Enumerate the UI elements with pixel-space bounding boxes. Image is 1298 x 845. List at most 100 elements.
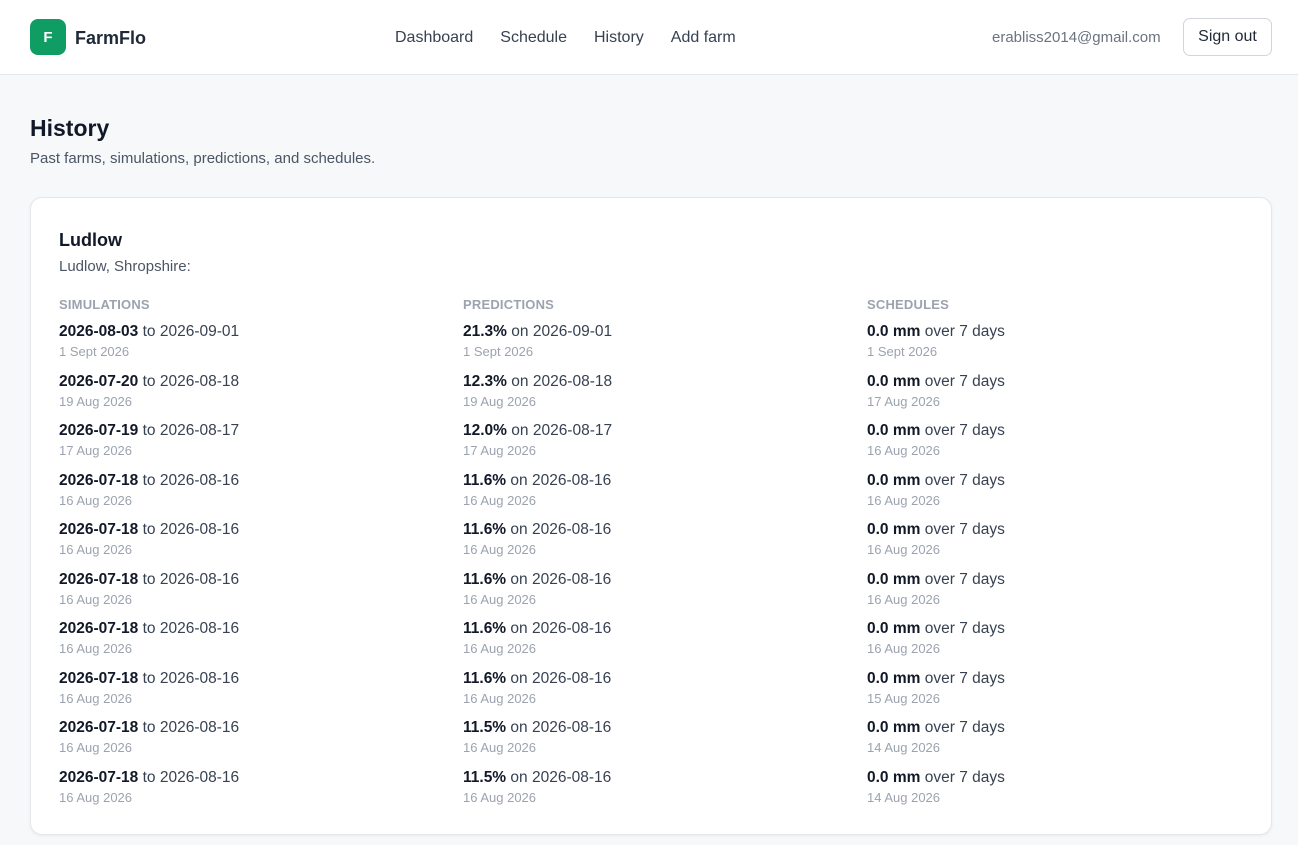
nav-dashboard[interactable]: Dashboard [395,27,473,49]
simulation-item-separator: to [142,768,156,786]
simulation-item-date: 17 Aug 2026 [59,443,133,458]
schedule-item-amount: 0.0 mm [867,323,921,340]
prediction-item: 11.5% on 2026-08-16 16 Aug 2026 [463,718,843,768]
prediction-item-separator: on [511,422,529,439]
simulation-item: 2026-07-18 to 2026-08-16 16 Aug 2026 [59,669,439,719]
schedule-item-summary: 0.0 mm over 7 days [867,570,1247,590]
prediction-item-target-date: 2026-08-17 [532,422,613,439]
simulation-item-summary: 2026-07-18 to 2026-08-16 [59,520,439,540]
schedule-item: 0.0 mm over 7 days 14 Aug 2026 [867,768,1247,818]
prediction-item-summary: 11.6% on 2026-08-16 [463,619,843,639]
prediction-item-summary: 12.0% on 2026-08-17 [463,421,843,441]
simulation-item-start: 2026-07-18 [59,768,139,786]
schedule-item-summary: 0.0 mm over 7 days [867,421,1247,441]
prediction-item-date: 16 Aug 2026 [463,492,537,508]
schedule-item-amount: 0.0 mm [867,620,921,637]
schedule-item-date: 17 Aug 2026 [867,393,941,409]
page-subtitle: Past farms, simulations, predictions, an… [30,150,376,167]
simulation-item-start: 2026-08-03 [59,323,139,340]
simulation-item: 2026-07-18 to 2026-08-16 16 Aug 2026 [59,619,439,669]
prediction-item-separator: on [511,323,529,340]
simulation-item: 2026-07-18 to 2026-08-16 16 Aug 2026 [59,768,439,818]
schedule-item: 0.0 mm over 7 days 16 Aug 2026 [867,570,1247,620]
brand-name[interactable]: FarmFlo [75,27,146,49]
sign-out-button[interactable]: Sign out [1183,18,1272,56]
schedule-item-amount: 0.0 mm [867,422,921,439]
prediction-item-target-date: 2026-08-16 [531,471,612,489]
schedule-item-summary: 0.0 mm over 7 days [867,471,1247,491]
schedule-item-date: 16 Aug 2026 [867,443,941,458]
main-nav: Dashboard Schedule History Add farm [395,27,736,49]
prediction-item-value: 21.3% [463,323,507,340]
simulation-item: 2026-08-03 to 2026-09-01 1 Sept 2026 [59,322,439,372]
prediction-item-value: 12.3% [463,372,507,390]
predictions-header: PREDICTIONS [463,297,555,312]
schedule-item: 0.0 mm over 7 days 15 Aug 2026 [867,669,1247,719]
simulation-item-summary: 2026-07-18 to 2026-08-16 [59,471,439,491]
simulation-item-date: 16 Aug 2026 [59,492,133,508]
schedule-item-period: over 7 days [924,570,1005,588]
simulation-item-start: 2026-07-18 [59,620,139,637]
simulation-item-summary: 2026-07-18 to 2026-08-16 [59,768,439,788]
schedule-item: 0.0 mm over 7 days 14 Aug 2026 [867,718,1247,768]
schedule-item-amount: 0.0 mm [867,521,921,538]
schedule-item: 0.0 mm over 7 days 16 Aug 2026 [867,619,1247,669]
prediction-item: 11.6% on 2026-08-16 16 Aug 2026 [463,669,843,719]
prediction-item: 12.0% on 2026-08-17 17 Aug 2026 [463,421,843,471]
simulation-item-end: 2026-08-16 [159,719,240,736]
schedule-item-period: over 7 days [924,372,1005,390]
predictions-column: PREDICTIONS 21.3% on 2026-09-01 1 Sept 20… [463,296,843,817]
prediction-item-date: 1 Sept 2026 [463,344,534,359]
nav-add-farm[interactable]: Add farm [671,27,736,49]
simulations-list: 2026-08-03 to 2026-09-01 1 Sept 2026 2026-… [59,322,439,817]
simulation-item: 2026-07-18 to 2026-08-16 16 Aug 2026 [59,570,439,620]
predictions-list: 21.3% on 2026-09-01 1 Sept 2026 12.3% on 2… [463,322,843,817]
prediction-item-target-date: 2026-08-16 [531,570,612,588]
schedule-item: 0.0 mm over 7 days 16 Aug 2026 [867,520,1247,570]
simulation-item-separator: to [142,471,156,489]
simulation-item-summary: 2026-07-20 to 2026-08-18 [59,372,439,392]
schedule-item-period: over 7 days [924,719,1005,736]
prediction-item: 12.3% on 2026-08-18 19 Aug 2026 [463,372,843,422]
prediction-item-value: 11.5% [463,768,507,786]
simulation-item-date: 16 Aug 2026 [59,641,133,656]
schedule-item-amount: 0.0 mm [867,372,921,390]
prediction-item-summary: 11.6% on 2026-08-16 [463,570,843,590]
schedule-item-date: 16 Aug 2026 [867,641,941,656]
prediction-item-separator: on [510,521,528,538]
simulation-item-end: 2026-08-18 [159,372,240,390]
schedule-item-amount: 0.0 mm [867,669,921,687]
logo-icon[interactable]: F [30,19,66,55]
schedule-item-amount: 0.0 mm [867,719,921,736]
prediction-item-value: 11.6% [463,521,507,538]
schedule-item-period: over 7 days [924,768,1005,786]
simulation-item-separator: to [142,620,156,637]
simulation-item-date: 16 Aug 2026 [59,740,133,755]
prediction-item: 11.6% on 2026-08-16 16 Aug 2026 [463,570,843,620]
prediction-item-separator: on [510,570,528,588]
prediction-item-summary: 11.6% on 2026-08-16 [463,471,843,491]
prediction-item-target-date: 2026-08-18 [532,372,613,390]
simulation-item: 2026-07-18 to 2026-08-16 16 Aug 2026 [59,471,439,521]
prediction-item: 11.6% on 2026-08-16 16 Aug 2026 [463,619,843,669]
prediction-item-target-date: 2026-08-16 [531,768,612,786]
schedule-item-summary: 0.0 mm over 7 days [867,768,1247,788]
nav-schedule[interactable]: Schedule [500,27,567,49]
prediction-item-date: 16 Aug 2026 [463,542,537,557]
simulation-item-separator: to [142,719,156,736]
prediction-item-value: 11.6% [463,570,507,588]
schedule-item-date: 16 Aug 2026 [867,591,941,607]
prediction-item-value: 11.6% [463,620,507,637]
prediction-item-date: 16 Aug 2026 [463,591,537,607]
schedule-item-summary: 0.0 mm over 7 days [867,520,1247,540]
farm-name: Ludlow [59,230,122,250]
simulation-item-start: 2026-07-18 [59,570,139,588]
nav-history[interactable]: History [594,27,644,49]
prediction-item: 11.6% on 2026-08-16 16 Aug 2026 [463,520,843,570]
simulation-item-end: 2026-08-16 [159,669,240,687]
schedule-item-summary: 0.0 mm over 7 days [867,372,1247,392]
simulation-item-end: 2026-08-16 [159,620,240,637]
simulation-item-date: 16 Aug 2026 [59,542,133,557]
simulation-item-separator: to [142,372,156,390]
prediction-item-target-date: 2026-08-16 [531,669,612,687]
